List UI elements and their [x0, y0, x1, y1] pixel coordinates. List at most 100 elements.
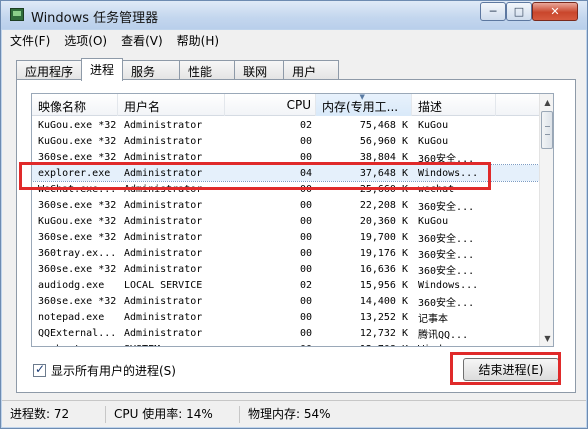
tab-processes[interactable]: 进程	[81, 58, 124, 81]
menu-help[interactable]: 帮助(H)	[177, 32, 219, 49]
process-user-cell: Administrator	[124, 151, 203, 163]
process-cpu-cell: 02	[299, 279, 312, 291]
process-cpu-cell: 00	[299, 327, 312, 339]
process-user-cell: Administrator	[124, 199, 203, 211]
process-user-cell: Administrator	[124, 231, 203, 243]
process-row[interactable]: 360se.exe *32 Administrator 00 38,804 K 360安…	[32, 149, 539, 165]
close-button[interactable]: ✕	[532, 2, 578, 21]
task-manager-icon	[10, 8, 24, 21]
scroll-down-icon[interactable]: ▼	[540, 330, 553, 346]
status-bar: 进程数: 72 CPU 使用率: 14% 物理内存: 54%	[2, 400, 586, 427]
process-cpu-cell: 00	[299, 311, 312, 323]
process-user-cell: Administrator	[124, 167, 203, 179]
process-image-cell: 360se.exe *32	[38, 199, 117, 211]
tab-services[interactable]: 服务	[122, 60, 181, 80]
process-row[interactable]: KuGou.exe *32 Administrator 02 75,468 K KuGo…	[32, 117, 539, 133]
show-all-users-option[interactable]: 显示所有用户的进程(S)	[33, 362, 176, 379]
process-image-cell: 360se.exe *32	[38, 151, 117, 163]
process-image-cell: 360se.exe *32	[38, 231, 117, 243]
process-description-cell: 360安全...	[418, 153, 475, 165]
column-memory[interactable]: ▼ 内存(专用工...	[316, 94, 412, 116]
process-user-cell: Administrator	[124, 183, 203, 195]
process-row[interactable]: 360se.exe *32 Administrator 00 16,636 K 360安…	[32, 261, 539, 277]
menu-file[interactable]: 文件(F)	[10, 32, 50, 49]
process-user-cell: Administrator	[124, 135, 203, 147]
tab-networking[interactable]: 联网	[234, 60, 285, 80]
task-manager-window: Windows 任务管理器 ─ □ ✕ 文件(F) 选项(O) 查看(V) 帮助…	[0, 0, 588, 429]
scroll-thumb[interactable]	[541, 111, 553, 149]
scroll-up-icon[interactable]: ▲	[540, 94, 553, 110]
process-cpu-cell: 00	[299, 247, 312, 259]
process-description-cell: wechat	[418, 183, 455, 195]
process-description-cell: KuGou	[418, 215, 449, 227]
process-description-cell: 360安全...	[418, 233, 475, 245]
show-all-users-label: 显示所有用户的进程(S)	[51, 364, 176, 378]
menu-bar: 文件(F) 选项(O) 查看(V) 帮助(H)	[2, 30, 586, 51]
process-cpu-cell: 00	[299, 215, 312, 227]
process-user-cell: Administrator	[124, 311, 203, 323]
process-memory-cell: 19,700 K	[359, 231, 408, 243]
process-memory-cell: 20,360 K	[359, 215, 408, 227]
process-row[interactable]: KuGou.exe *32 Administrator 00 56,960 K KuGo…	[32, 133, 539, 149]
process-row[interactable]: explorer.exe Administrator 04 37,648 K Windo…	[32, 164, 540, 182]
process-image-cell: explorer.exe	[38, 167, 111, 179]
process-row[interactable]: svchost.exeSYSTEM0012,708 KWindows...	[32, 341, 539, 347]
minimize-button[interactable]: ─	[480, 2, 506, 21]
process-description-cell: KuGou	[418, 135, 449, 147]
maximize-button[interactable]: □	[506, 2, 532, 21]
process-memory-cell: 16,636 K	[359, 263, 408, 275]
process-row[interactable]: WeChat.exe... Administrator 00 25,660 K wech…	[32, 181, 539, 197]
menu-view[interactable]: 查看(V)	[121, 32, 163, 49]
process-description-cell: 360安全...	[418, 297, 475, 309]
process-user-cell: Administrator	[124, 295, 203, 307]
process-user-cell: Administrator	[124, 215, 203, 227]
process-description-cell: 360安全...	[418, 265, 475, 277]
tab-users[interactable]: 用户	[283, 60, 340, 80]
process-user-cell: Administrator	[124, 119, 203, 131]
process-memory-cell: 19,176 K	[359, 247, 408, 259]
process-memory-cell: 56,960 K	[359, 135, 408, 147]
process-row[interactable]: QQExternal... Administrator 00 12,732 K 腾讯QQ…	[32, 325, 539, 341]
column-user-name[interactable]: 用户名	[118, 94, 225, 116]
process-memory-cell: 25,660 K	[359, 183, 408, 195]
menu-options[interactable]: 选项(O)	[64, 32, 107, 49]
process-description-cell: Windows...	[412, 344, 496, 347]
process-row[interactable]: audiodg.exe LOCAL SERVICE 02 15,956 K Window…	[32, 277, 539, 293]
process-image-cell: 360se.exe *32	[38, 295, 117, 307]
process-row[interactable]: 360se.exe *32 Administrator 00 19,700 K 360安…	[32, 229, 539, 245]
client-area: 应用程序 进程 服务 性能 联网 用户 映像名称 用户名 CPU ▼ 内存(专用…	[2, 51, 586, 400]
process-list[interactable]: 映像名称 用户名 CPU ▼ 内存(专用工... 描述 KuGou.exe *3…	[31, 93, 554, 347]
column-cpu[interactable]: CPU	[225, 94, 316, 116]
process-row[interactable]: KuGou.exe *32 Administrator 00 20,360 K KuGo…	[32, 213, 539, 229]
process-description-cell: Windows...	[418, 167, 479, 179]
process-row[interactable]: 360tray.ex... Administrator 00 19,176 K 360安…	[32, 245, 539, 261]
process-cpu-cell: 02	[299, 119, 312, 131]
process-user-cell: Administrator	[124, 263, 203, 275]
title-bar[interactable]: Windows 任务管理器 ─ □ ✕	[1, 1, 587, 29]
process-cpu-cell: 04	[299, 167, 312, 179]
tab-performance[interactable]: 性能	[179, 60, 236, 80]
process-description-cell: 记事本	[418, 313, 448, 325]
status-cpu-usage: CPU 使用率: 14%	[106, 405, 240, 423]
process-row[interactable]: notepad.exe Administrator 00 13,252 K 记事本	[32, 309, 539, 325]
vertical-scrollbar[interactable]: ▲ ▼	[539, 94, 553, 346]
process-description-cell: 360安全...	[418, 249, 475, 261]
process-image-cell: audiodg.exe	[38, 279, 105, 291]
processes-panel: 映像名称 用户名 CPU ▼ 内存(专用工... 描述 KuGou.exe *3…	[16, 79, 576, 393]
column-description[interactable]: 描述	[412, 94, 496, 116]
process-user-cell: SYSTEM	[118, 344, 225, 347]
process-cpu-cell: 00	[299, 151, 312, 163]
process-memory-cell: 38,804 K	[359, 151, 408, 163]
process-cpu-cell: 00	[299, 231, 312, 243]
show-all-users-checkbox[interactable]	[33, 362, 46, 377]
process-description-cell: 360安全...	[418, 201, 475, 213]
process-image-cell: notepad.exe	[38, 311, 105, 323]
column-image-name[interactable]: 映像名称	[32, 94, 118, 116]
process-memory-cell: 14,400 K	[359, 295, 408, 307]
tab-applications[interactable]: 应用程序	[16, 60, 83, 80]
process-cpu-cell: 00	[299, 199, 312, 211]
tab-strip: 应用程序 进程 服务 性能 联网 用户	[16, 58, 340, 81]
process-row[interactable]: 360se.exe *32 Administrator 00 22,208 K 360安…	[32, 197, 539, 213]
process-row[interactable]: 360se.exe *32 Administrator 00 14,400 K 360安…	[32, 293, 539, 309]
end-process-button[interactable]: 结束进程(E)	[463, 358, 559, 381]
